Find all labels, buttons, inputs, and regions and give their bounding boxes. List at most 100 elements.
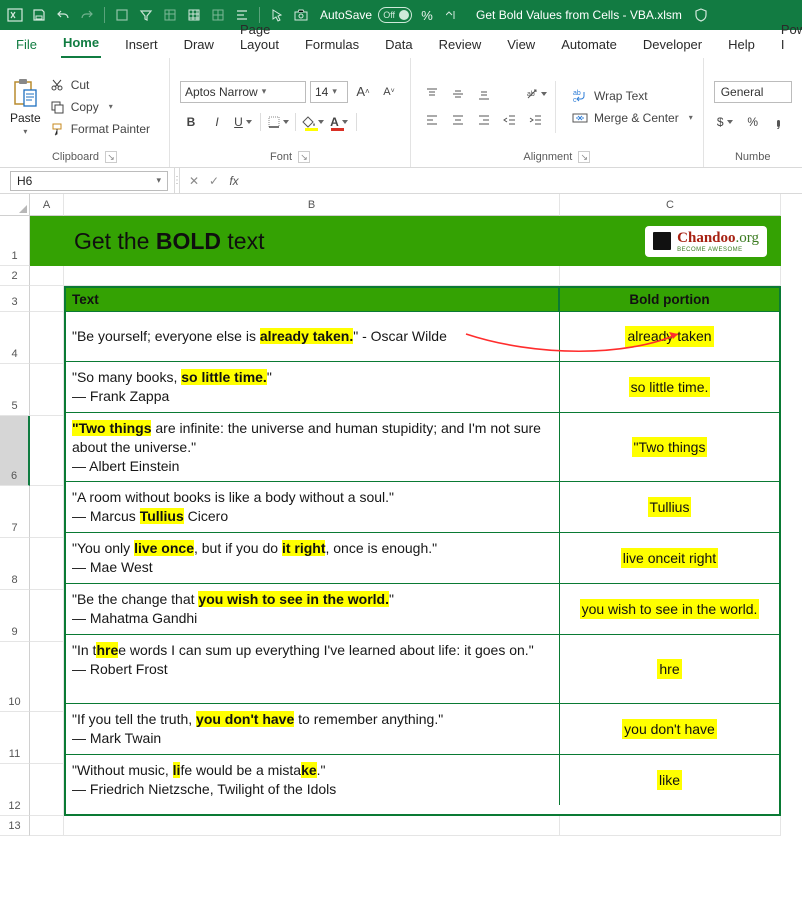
cell[interactable] bbox=[30, 486, 64, 538]
row-header[interactable]: 1 bbox=[0, 216, 30, 266]
autosave-toggle[interactable]: AutoSave Off bbox=[320, 7, 412, 23]
font-size-combo[interactable]: 14▾ bbox=[310, 81, 348, 103]
align-top-icon[interactable] bbox=[421, 83, 443, 105]
currency-button[interactable]: $ bbox=[714, 111, 736, 133]
merge-center-button[interactable]: Merge & Center▾ bbox=[572, 110, 693, 126]
insert-function-icon[interactable]: fx bbox=[224, 174, 244, 188]
qat-customize-icon[interactable] bbox=[442, 6, 460, 24]
qat-filter-icon[interactable] bbox=[137, 6, 155, 24]
percent-button[interactable]: % bbox=[742, 111, 764, 133]
tab-power[interactable]: Power I bbox=[779, 18, 802, 58]
tab-view[interactable]: View bbox=[505, 33, 537, 58]
cell[interactable] bbox=[560, 266, 781, 286]
copy-button[interactable]: Copy▾ bbox=[49, 99, 150, 115]
align-bottom-icon[interactable] bbox=[473, 83, 495, 105]
font-dialog-launcher-icon[interactable]: ↘ bbox=[298, 151, 310, 163]
qat-align-icon[interactable] bbox=[233, 6, 251, 24]
font-color-button[interactable]: A bbox=[328, 111, 350, 133]
name-box[interactable]: H6▾ bbox=[10, 171, 168, 191]
cell[interactable] bbox=[30, 286, 64, 312]
qat-percent-icon[interactable]: % bbox=[418, 6, 436, 24]
cell[interactable] bbox=[30, 816, 64, 836]
cell[interactable] bbox=[560, 816, 781, 836]
cell[interactable] bbox=[30, 764, 64, 816]
table-row[interactable]: you wish to see in the world. bbox=[560, 584, 779, 634]
row-header[interactable]: 10 bbox=[0, 642, 30, 712]
clipboard-dialog-launcher-icon[interactable]: ↘ bbox=[105, 151, 117, 163]
number-format-combo[interactable]: General bbox=[714, 81, 792, 103]
decrease-indent-icon[interactable] bbox=[499, 109, 521, 131]
align-middle-icon[interactable] bbox=[447, 83, 469, 105]
col-header[interactable]: C bbox=[560, 194, 781, 216]
cell[interactable] bbox=[30, 312, 64, 364]
tab-insert[interactable]: Insert bbox=[123, 33, 160, 58]
table-row[interactable]: like bbox=[560, 755, 779, 805]
tab-review[interactable]: Review bbox=[437, 33, 484, 58]
tab-data[interactable]: Data bbox=[383, 33, 414, 58]
align-left-icon[interactable] bbox=[421, 109, 443, 131]
table-row[interactable]: "In three words I can sum up everything … bbox=[66, 635, 560, 703]
table-header-bold[interactable]: Bold portion bbox=[560, 288, 779, 311]
paste-label[interactable]: Paste bbox=[10, 111, 41, 125]
tab-help[interactable]: Help bbox=[726, 33, 757, 58]
table-row[interactable]: already taken bbox=[560, 312, 779, 361]
row-header[interactable]: 6 bbox=[0, 416, 30, 486]
table-row[interactable]: "Without music, life would be a mistake.… bbox=[66, 755, 560, 805]
tab-file[interactable]: File bbox=[14, 33, 39, 58]
tab-formulas[interactable]: Formulas bbox=[303, 33, 361, 58]
cell[interactable] bbox=[30, 416, 64, 486]
row-header[interactable]: 4 bbox=[0, 312, 30, 364]
qat-table-icon[interactable] bbox=[185, 6, 203, 24]
alignment-dialog-launcher-icon[interactable]: ↘ bbox=[578, 151, 590, 163]
paste-icon[interactable] bbox=[10, 77, 40, 109]
qat-cursor-icon[interactable] bbox=[268, 6, 286, 24]
qat-freeze-icon[interactable] bbox=[161, 6, 179, 24]
qat-shape-icon[interactable] bbox=[113, 6, 131, 24]
col-header[interactable]: A bbox=[30, 194, 64, 216]
cell[interactable] bbox=[30, 216, 64, 266]
orientation-icon[interactable]: ab bbox=[525, 83, 547, 105]
fill-color-button[interactable] bbox=[302, 111, 324, 133]
italic-button[interactable]: I bbox=[206, 111, 228, 133]
cell[interactable] bbox=[30, 712, 64, 764]
table-row[interactable]: live onceit right bbox=[560, 533, 779, 583]
row-header[interactable]: 12 bbox=[0, 764, 30, 816]
qat-pivot-icon[interactable] bbox=[209, 6, 227, 24]
table-row[interactable]: "If you tell the truth, you don't have t… bbox=[66, 704, 560, 754]
cut-button[interactable]: Cut bbox=[49, 77, 150, 93]
col-header[interactable]: B bbox=[64, 194, 560, 216]
tab-draw[interactable]: Draw bbox=[182, 33, 216, 58]
format-painter-button[interactable]: Format Painter bbox=[49, 121, 150, 137]
table-row[interactable]: "Two things bbox=[560, 413, 779, 481]
table-row[interactable]: "You only live once, but if you do it ri… bbox=[66, 533, 560, 583]
table-row[interactable]: Tullius bbox=[560, 482, 779, 532]
qat-camera-icon[interactable] bbox=[292, 6, 310, 24]
row-header[interactable]: 8 bbox=[0, 538, 30, 590]
table-row[interactable]: hre bbox=[560, 635, 779, 703]
row-header[interactable]: 9 bbox=[0, 590, 30, 642]
tab-home[interactable]: Home bbox=[61, 31, 101, 58]
increase-indent-icon[interactable] bbox=[525, 109, 547, 131]
redo-icon[interactable] bbox=[78, 6, 96, 24]
select-all-button[interactable] bbox=[0, 194, 30, 216]
undo-icon[interactable] bbox=[54, 6, 72, 24]
comma-style-button[interactable] bbox=[770, 111, 792, 133]
formula-input[interactable] bbox=[244, 171, 802, 191]
table-row[interactable]: so little time. bbox=[560, 362, 779, 412]
cell[interactable] bbox=[64, 266, 560, 286]
cell[interactable] bbox=[30, 266, 64, 286]
wrap-text-button[interactable]: abcWrap Text bbox=[572, 88, 693, 104]
table-row[interactable]: you don't have bbox=[560, 704, 779, 754]
table-row[interactable]: "A room without books is like a body wit… bbox=[66, 482, 560, 532]
underline-button[interactable]: U bbox=[232, 111, 254, 133]
table-row[interactable]: "Be the change that you wish to see in t… bbox=[66, 584, 560, 634]
cancel-formula-icon[interactable]: ✕ bbox=[184, 174, 204, 188]
row-header[interactable]: 2 bbox=[0, 266, 30, 286]
decrease-font-icon[interactable]: A˅ bbox=[378, 81, 400, 103]
cell[interactable] bbox=[64, 816, 560, 836]
font-name-combo[interactable]: Aptos Narrow▾ bbox=[180, 81, 306, 103]
enter-formula-icon[interactable]: ✓ bbox=[204, 174, 224, 188]
align-right-icon[interactable] bbox=[473, 109, 495, 131]
tab-page-layout[interactable]: Page Layout bbox=[238, 18, 281, 58]
table-row[interactable]: "Two things are infinite: the universe a… bbox=[66, 413, 560, 481]
